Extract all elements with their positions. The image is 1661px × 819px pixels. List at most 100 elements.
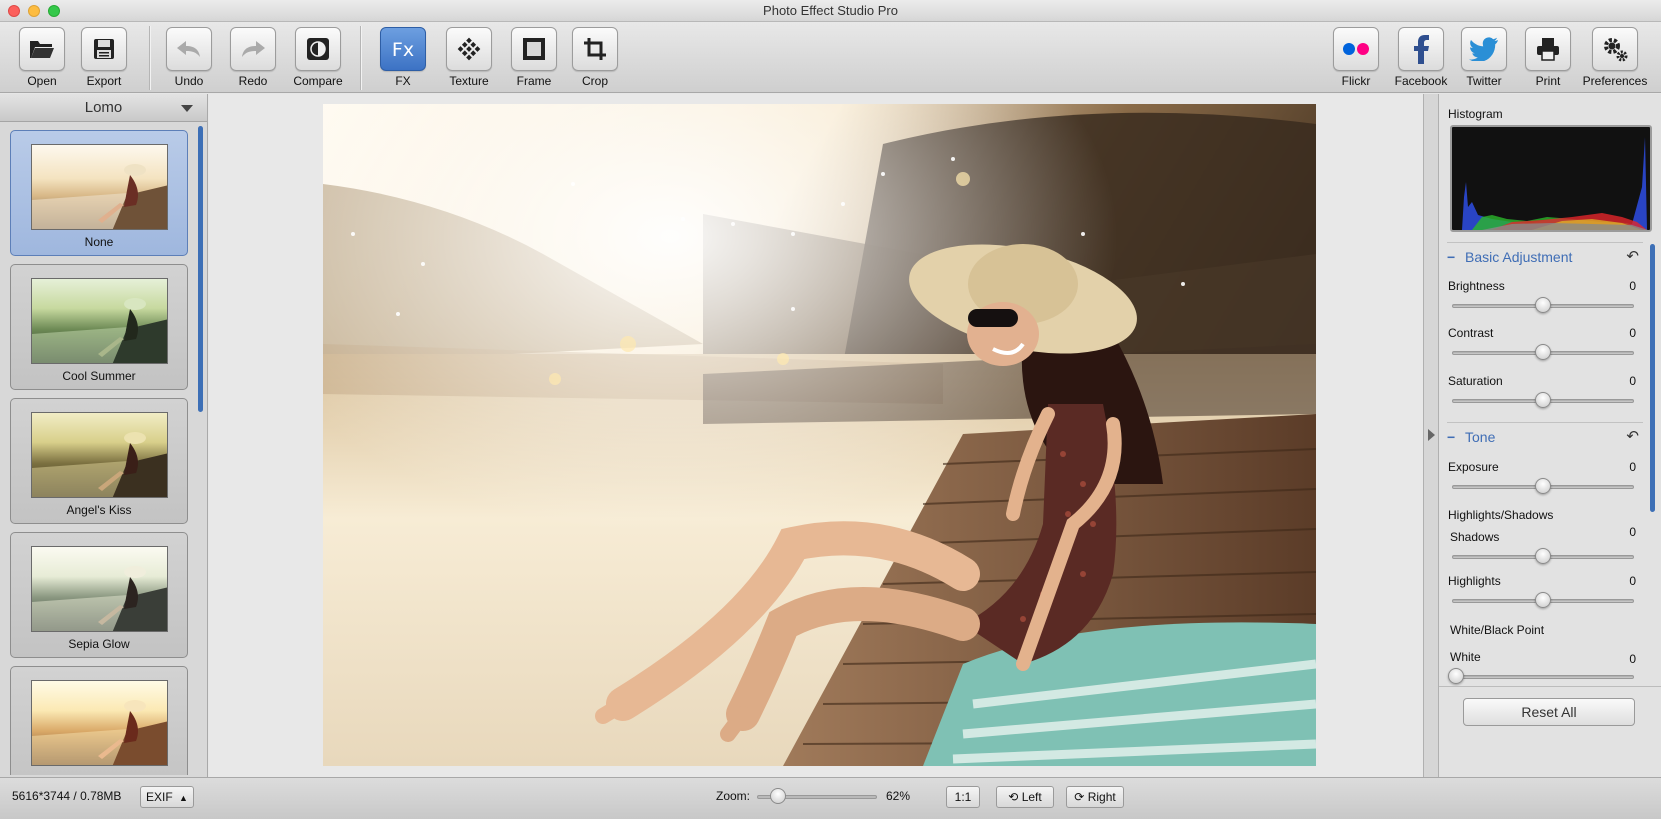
- slider-knob[interactable]: [1535, 297, 1551, 313]
- thumbnail-figure: [32, 298, 167, 363]
- title-bar: Photo Effect Studio Pro: [0, 0, 1661, 22]
- toolbar-separator: [360, 26, 361, 90]
- toolbar-separator: [149, 26, 150, 90]
- flickr-button[interactable]: Flickr: [1324, 27, 1388, 88]
- shadows-label: Shadows: [1450, 530, 1500, 544]
- fx-button[interactable]: Fx FX: [371, 27, 435, 88]
- twitter-button[interactable]: Twitter: [1452, 27, 1516, 88]
- reset-all-button[interactable]: Reset All: [1463, 698, 1635, 726]
- slider-knob[interactable]: [1535, 548, 1551, 564]
- twitter-bird-icon: [1469, 37, 1498, 61]
- zoom-label: Zoom:: [716, 789, 751, 803]
- flickr-button-face[interactable]: [1333, 27, 1379, 71]
- slider-knob[interactable]: [1535, 592, 1551, 608]
- minimize-window-button[interactable]: [28, 5, 40, 17]
- close-window-button[interactable]: [8, 5, 20, 17]
- frame-button-face[interactable]: [511, 27, 557, 71]
- texture-button-face[interactable]: [446, 27, 492, 71]
- export-label: Export: [86, 74, 122, 88]
- contrast-value: 0: [1629, 326, 1636, 340]
- redo-label: Redo: [238, 74, 268, 88]
- effect-category-label: Lomo: [84, 99, 123, 116]
- export-button-face[interactable]: [81, 27, 127, 71]
- rotate-right-icon: ⟳: [1074, 790, 1085, 804]
- undo-button-face[interactable]: [166, 27, 212, 71]
- triangle-up-icon: ▲: [179, 793, 188, 803]
- effect-item-5[interactable]: [10, 666, 188, 775]
- effect-item-angels-kiss[interactable]: Angel's Kiss: [10, 398, 188, 524]
- slider-knob[interactable]: [1535, 392, 1551, 408]
- preferences-label: Preferences: [1582, 74, 1648, 88]
- twitter-button-face[interactable]: [1461, 27, 1507, 71]
- preferences-button-face[interactable]: [1592, 27, 1638, 71]
- highlights-label: Highlights: [1448, 574, 1501, 588]
- slider-knob[interactable]: [1448, 668, 1464, 684]
- preferences-button[interactable]: Preferences: [1582, 27, 1648, 88]
- slider-knob[interactable]: [1535, 344, 1551, 360]
- compare-button-face[interactable]: [295, 27, 341, 71]
- rotate-right-button[interactable]: ⟳ Right: [1066, 786, 1124, 808]
- effect-label: None: [84, 235, 114, 249]
- basic-adjustment-header[interactable]: − Basic Adjustment ↶: [1447, 242, 1643, 270]
- effect-category-dropdown[interactable]: Lomo: [0, 94, 207, 122]
- effect-thumbnail: [31, 546, 168, 632]
- facebook-icon: [1414, 35, 1429, 64]
- adjustments-scrollbar[interactable]: [1650, 244, 1655, 512]
- facebook-button-face[interactable]: [1398, 27, 1444, 71]
- fx-icon: Fx: [391, 39, 415, 61]
- zoom-slider-knob[interactable]: [770, 788, 786, 804]
- crop-label: Crop: [581, 74, 608, 88]
- effect-item-none[interactable]: None: [10, 130, 188, 256]
- contrast-label: Contrast: [1448, 326, 1494, 340]
- basic-adjustment-title: Basic Adjustment: [1465, 249, 1573, 265]
- crop-button[interactable]: Crop: [563, 27, 627, 88]
- folder-icon: [30, 41, 54, 58]
- reset-icon[interactable]: ↶: [1626, 423, 1639, 451]
- photo-image: [323, 104, 1316, 766]
- texture-button[interactable]: Texture: [437, 27, 501, 88]
- adjustments-panel: Histogram − Basic Adjustment ↶ Brightness…: [1439, 94, 1661, 777]
- photo-preview[interactable]: [323, 104, 1316, 766]
- exif-button[interactable]: EXIF ▲: [140, 786, 194, 808]
- brightness-label: Brightness: [1448, 279, 1505, 293]
- effects-scrollbar[interactable]: [198, 126, 203, 412]
- fx-button-face[interactable]: Fx: [380, 27, 426, 71]
- facebook-label: Facebook: [1394, 74, 1448, 88]
- printer-icon: [1537, 38, 1559, 61]
- slider-knob[interactable]: [1535, 478, 1551, 494]
- effect-item-cool-summer[interactable]: Cool Summer: [10, 264, 188, 390]
- export-button[interactable]: Export: [72, 27, 136, 88]
- effect-label: Cool Summer: [62, 369, 136, 383]
- crop-button-face[interactable]: [572, 27, 618, 71]
- redo-button[interactable]: Redo: [221, 27, 285, 88]
- crop-icon: [584, 38, 606, 60]
- undo-button[interactable]: Undo: [157, 27, 221, 88]
- effect-item-sepia-glow[interactable]: Sepia Glow: [10, 532, 188, 658]
- open-button[interactable]: Open: [10, 27, 74, 88]
- saturation-label: Saturation: [1448, 374, 1503, 388]
- redo-button-face[interactable]: [230, 27, 276, 71]
- print-label: Print: [1535, 74, 1561, 88]
- rotate-left-button[interactable]: ⟲ Left: [996, 786, 1054, 808]
- thumbnail-figure: [32, 164, 167, 229]
- effects-list: None Cool Summer Angel's Kiss Sepia Glow: [10, 130, 190, 775]
- zoom-window-button[interactable]: [48, 5, 60, 17]
- exposure-value: 0: [1629, 460, 1636, 474]
- frame-button[interactable]: Frame: [502, 27, 566, 88]
- slider-track[interactable]: [1452, 675, 1634, 679]
- print-button-face[interactable]: [1525, 27, 1571, 71]
- compare-button[interactable]: Compare: [286, 27, 350, 88]
- collapse-icon: −: [1447, 429, 1456, 445]
- facebook-button[interactable]: Facebook: [1389, 27, 1453, 88]
- actual-size-button[interactable]: 1:1: [946, 786, 980, 808]
- fx-label: FX: [395, 74, 411, 88]
- chevron-right-icon: [1428, 429, 1435, 441]
- effects-panel: Lomo None Cool Summer Angel's Kiss Sepia…: [0, 94, 208, 777]
- tone-header[interactable]: − Tone ↶: [1447, 422, 1643, 450]
- panel-collapse-gutter[interactable]: [1423, 94, 1439, 777]
- print-button[interactable]: Print: [1516, 27, 1580, 88]
- reset-icon[interactable]: ↶: [1626, 243, 1639, 271]
- white-black-point-label: White/Black Point: [1450, 623, 1545, 637]
- open-button-face[interactable]: [19, 27, 65, 71]
- redo-arrow-icon: [242, 41, 265, 57]
